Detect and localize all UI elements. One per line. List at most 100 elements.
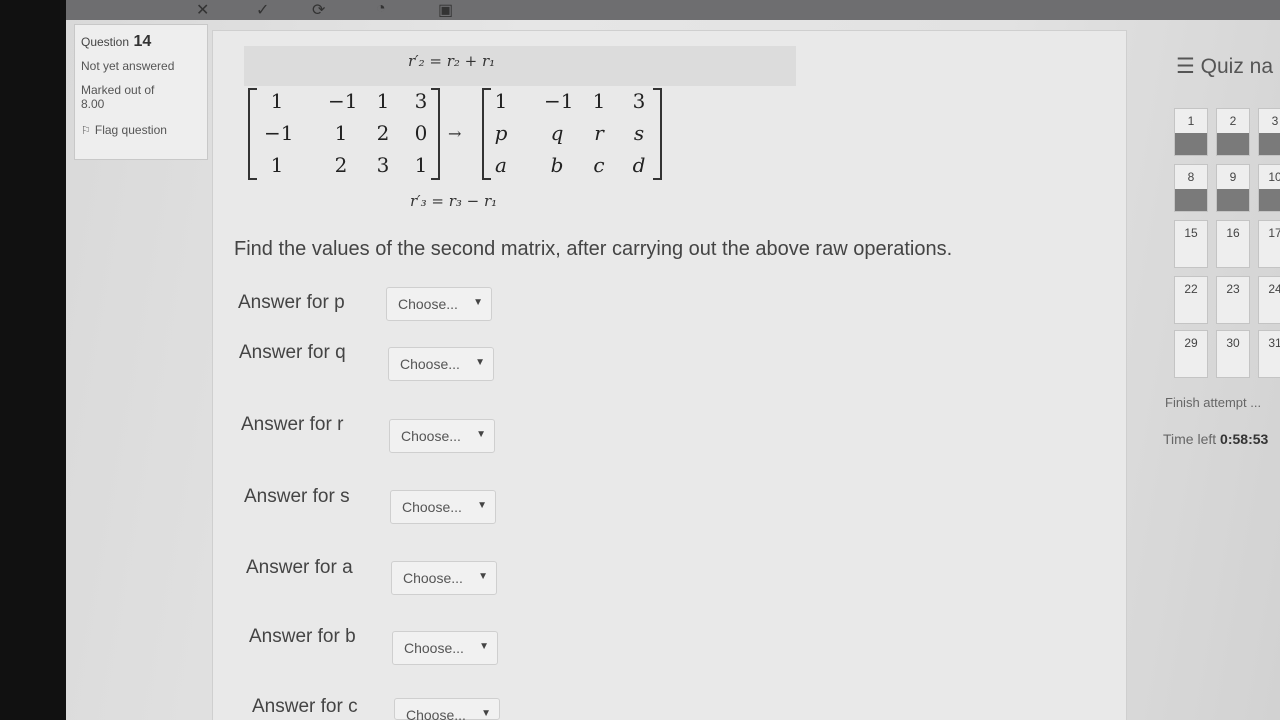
answer-select-q[interactable]: Choose... ▼ (388, 347, 494, 381)
matrix-right: 1 −1 1 3 p q r s a b c d (482, 88, 662, 180)
answer-label-p: Answer for p (238, 292, 345, 313)
quiz-nav-number: 30 (1226, 336, 1240, 350)
quiz-nav-number: 22 (1184, 282, 1198, 296)
matrix-cell: a (495, 153, 507, 177)
quiz-nav-number: 2 (1229, 114, 1237, 128)
quiz-nav-number: 24 (1268, 282, 1280, 296)
answer-select-r[interactable]: Choose... ▼ (389, 419, 495, 453)
quiz-nav-number: 29 (1184, 336, 1198, 350)
matrix-cell: d (632, 153, 646, 177)
quiz-nav-state (1259, 301, 1280, 323)
matrix-left: 1 −1 1 3 −1 1 2 0 1 2 3 1 (248, 88, 440, 180)
quiz-nav-question-1[interactable]: 1 (1174, 108, 1208, 156)
quiz-nav-question-2[interactable]: 2 (1216, 108, 1250, 156)
answer-label-r: Answer for r (241, 414, 344, 435)
question-number: 14 (133, 33, 152, 50)
dropdown-caret-icon: ▼ (475, 357, 485, 368)
quiz-nav-number: 10 (1268, 170, 1280, 184)
reload-icon[interactable]: ⟳ (312, 0, 325, 19)
flag-icon: ⚐ (81, 124, 91, 137)
quiz-nav-question-15[interactable]: 15 (1174, 220, 1208, 268)
operation-banner (244, 46, 796, 86)
matrix-cell: b (550, 153, 564, 177)
quiz-nav-number: 1 (1187, 114, 1195, 128)
quiz-nav-question-30[interactable]: 30 (1216, 330, 1250, 378)
matrix-cell: s (633, 121, 645, 145)
matrix-cell: 1 (270, 153, 284, 177)
matrix-cell: −1 (264, 121, 294, 145)
matrix-cell: 1 (376, 89, 390, 113)
row-operation-top: r′₂ = r₂ + r₁ (408, 52, 496, 70)
answer-status: Not yet answered (81, 59, 175, 73)
select-value: Choose... (406, 707, 466, 720)
quiz-nav-question-3[interactable]: 3 (1258, 108, 1280, 156)
matrix-cell: 3 (632, 89, 646, 113)
chevron-down-icon[interactable]: ✓ (256, 0, 269, 19)
quiz-nav-question-10[interactable]: 10 (1258, 164, 1280, 212)
matrix-cell: 3 (414, 89, 428, 113)
matrix-cell: r (594, 121, 604, 145)
select-value: Choose... (402, 499, 462, 515)
quiz-nav-state (1259, 355, 1280, 377)
answer-select-p[interactable]: Choose... ▼ (386, 287, 492, 321)
quiz-nav-question-16[interactable]: 16 (1216, 220, 1250, 268)
answer-label-s: Answer for s (244, 486, 350, 507)
answer-select-c[interactable]: Choose... ▼ (394, 698, 500, 720)
answer-select-a[interactable]: Choose... ▼ (391, 561, 497, 595)
matrix-cell: 2 (376, 121, 390, 145)
matrix-cell: 1 (270, 89, 284, 113)
finish-attempt-link[interactable]: Finish attempt ... (1165, 395, 1261, 410)
time-left-label: Time left (1163, 431, 1217, 447)
back-icon[interactable]: ✕ (196, 0, 209, 19)
quiz-nav-state (1259, 133, 1280, 155)
answer-label-b: Answer for b (249, 626, 356, 647)
dropdown-caret-icon: ▼ (478, 571, 488, 582)
time-left-value: 0:58:53 (1220, 431, 1269, 447)
select-value: Choose... (404, 640, 464, 656)
row-operation-bottom: r′₃ = r₃ − r₁ (410, 192, 498, 210)
document-icon[interactable]: ▣ (438, 0, 453, 19)
dropdown-caret-icon: ▼ (473, 297, 483, 308)
quiz-nav-state (1175, 189, 1207, 211)
matrix-cell: 1 (494, 89, 508, 113)
flag-question-link[interactable]: ⚐ Flag question (81, 123, 201, 137)
marked-out-of-label: Marked out of (81, 83, 155, 97)
matrix-cell: 1 (334, 121, 348, 145)
clock-icon[interactable]: ◔ (376, 0, 386, 17)
matrix-cell: 1 (592, 89, 606, 113)
matrix-left-bracket (248, 88, 257, 180)
select-value: Choose... (403, 570, 463, 586)
quiz-nav-number: 23 (1226, 282, 1240, 296)
select-value: Choose... (401, 428, 461, 444)
quiz-nav-question-9[interactable]: 9 (1216, 164, 1250, 212)
answer-select-b[interactable]: Choose... ▼ (392, 631, 498, 665)
answer-select-s[interactable]: Choose... ▼ (390, 490, 496, 524)
matrix-cell: 1 (414, 153, 428, 177)
matrix-cell: 0 (414, 121, 428, 145)
time-left: Time left 0:58:53 (1163, 431, 1268, 447)
answer-label-a: Answer for a (246, 557, 353, 578)
matrix-cell: p (494, 121, 508, 145)
quiz-nav-question-31[interactable]: 31 (1258, 330, 1280, 378)
select-value: Choose... (400, 356, 460, 372)
matrix-cell: q (550, 121, 564, 145)
marked-out-of-value: 8.00 (81, 97, 105, 111)
quiz-nav-question-8[interactable]: 8 (1174, 164, 1208, 212)
quiz-nav-number: 3 (1271, 114, 1279, 128)
quiz-nav-question-23[interactable]: 23 (1216, 276, 1250, 324)
select-value: Choose... (398, 296, 458, 312)
quiz-nav-state (1175, 245, 1207, 267)
quiz-nav-question-29[interactable]: 29 (1174, 330, 1208, 378)
quiz-nav-question-17[interactable]: 17 (1258, 220, 1280, 268)
quiz-nav-state (1175, 133, 1207, 155)
dropdown-caret-icon: ▼ (476, 429, 486, 440)
menu-icon[interactable]: ☰ (1176, 55, 1195, 78)
quiz-nav-question-24[interactable]: 24 (1258, 276, 1280, 324)
quiz-nav-number: 9 (1229, 170, 1237, 184)
dropdown-caret-icon: ▼ (477, 500, 487, 511)
flag-question-label: Flag question (94, 123, 167, 137)
quiz-nav-number: 17 (1268, 226, 1280, 240)
quiz-nav-question-22[interactable]: 22 (1174, 276, 1208, 324)
matrix-right-bracket (653, 88, 662, 180)
answer-label-q: Answer for q (239, 342, 346, 363)
